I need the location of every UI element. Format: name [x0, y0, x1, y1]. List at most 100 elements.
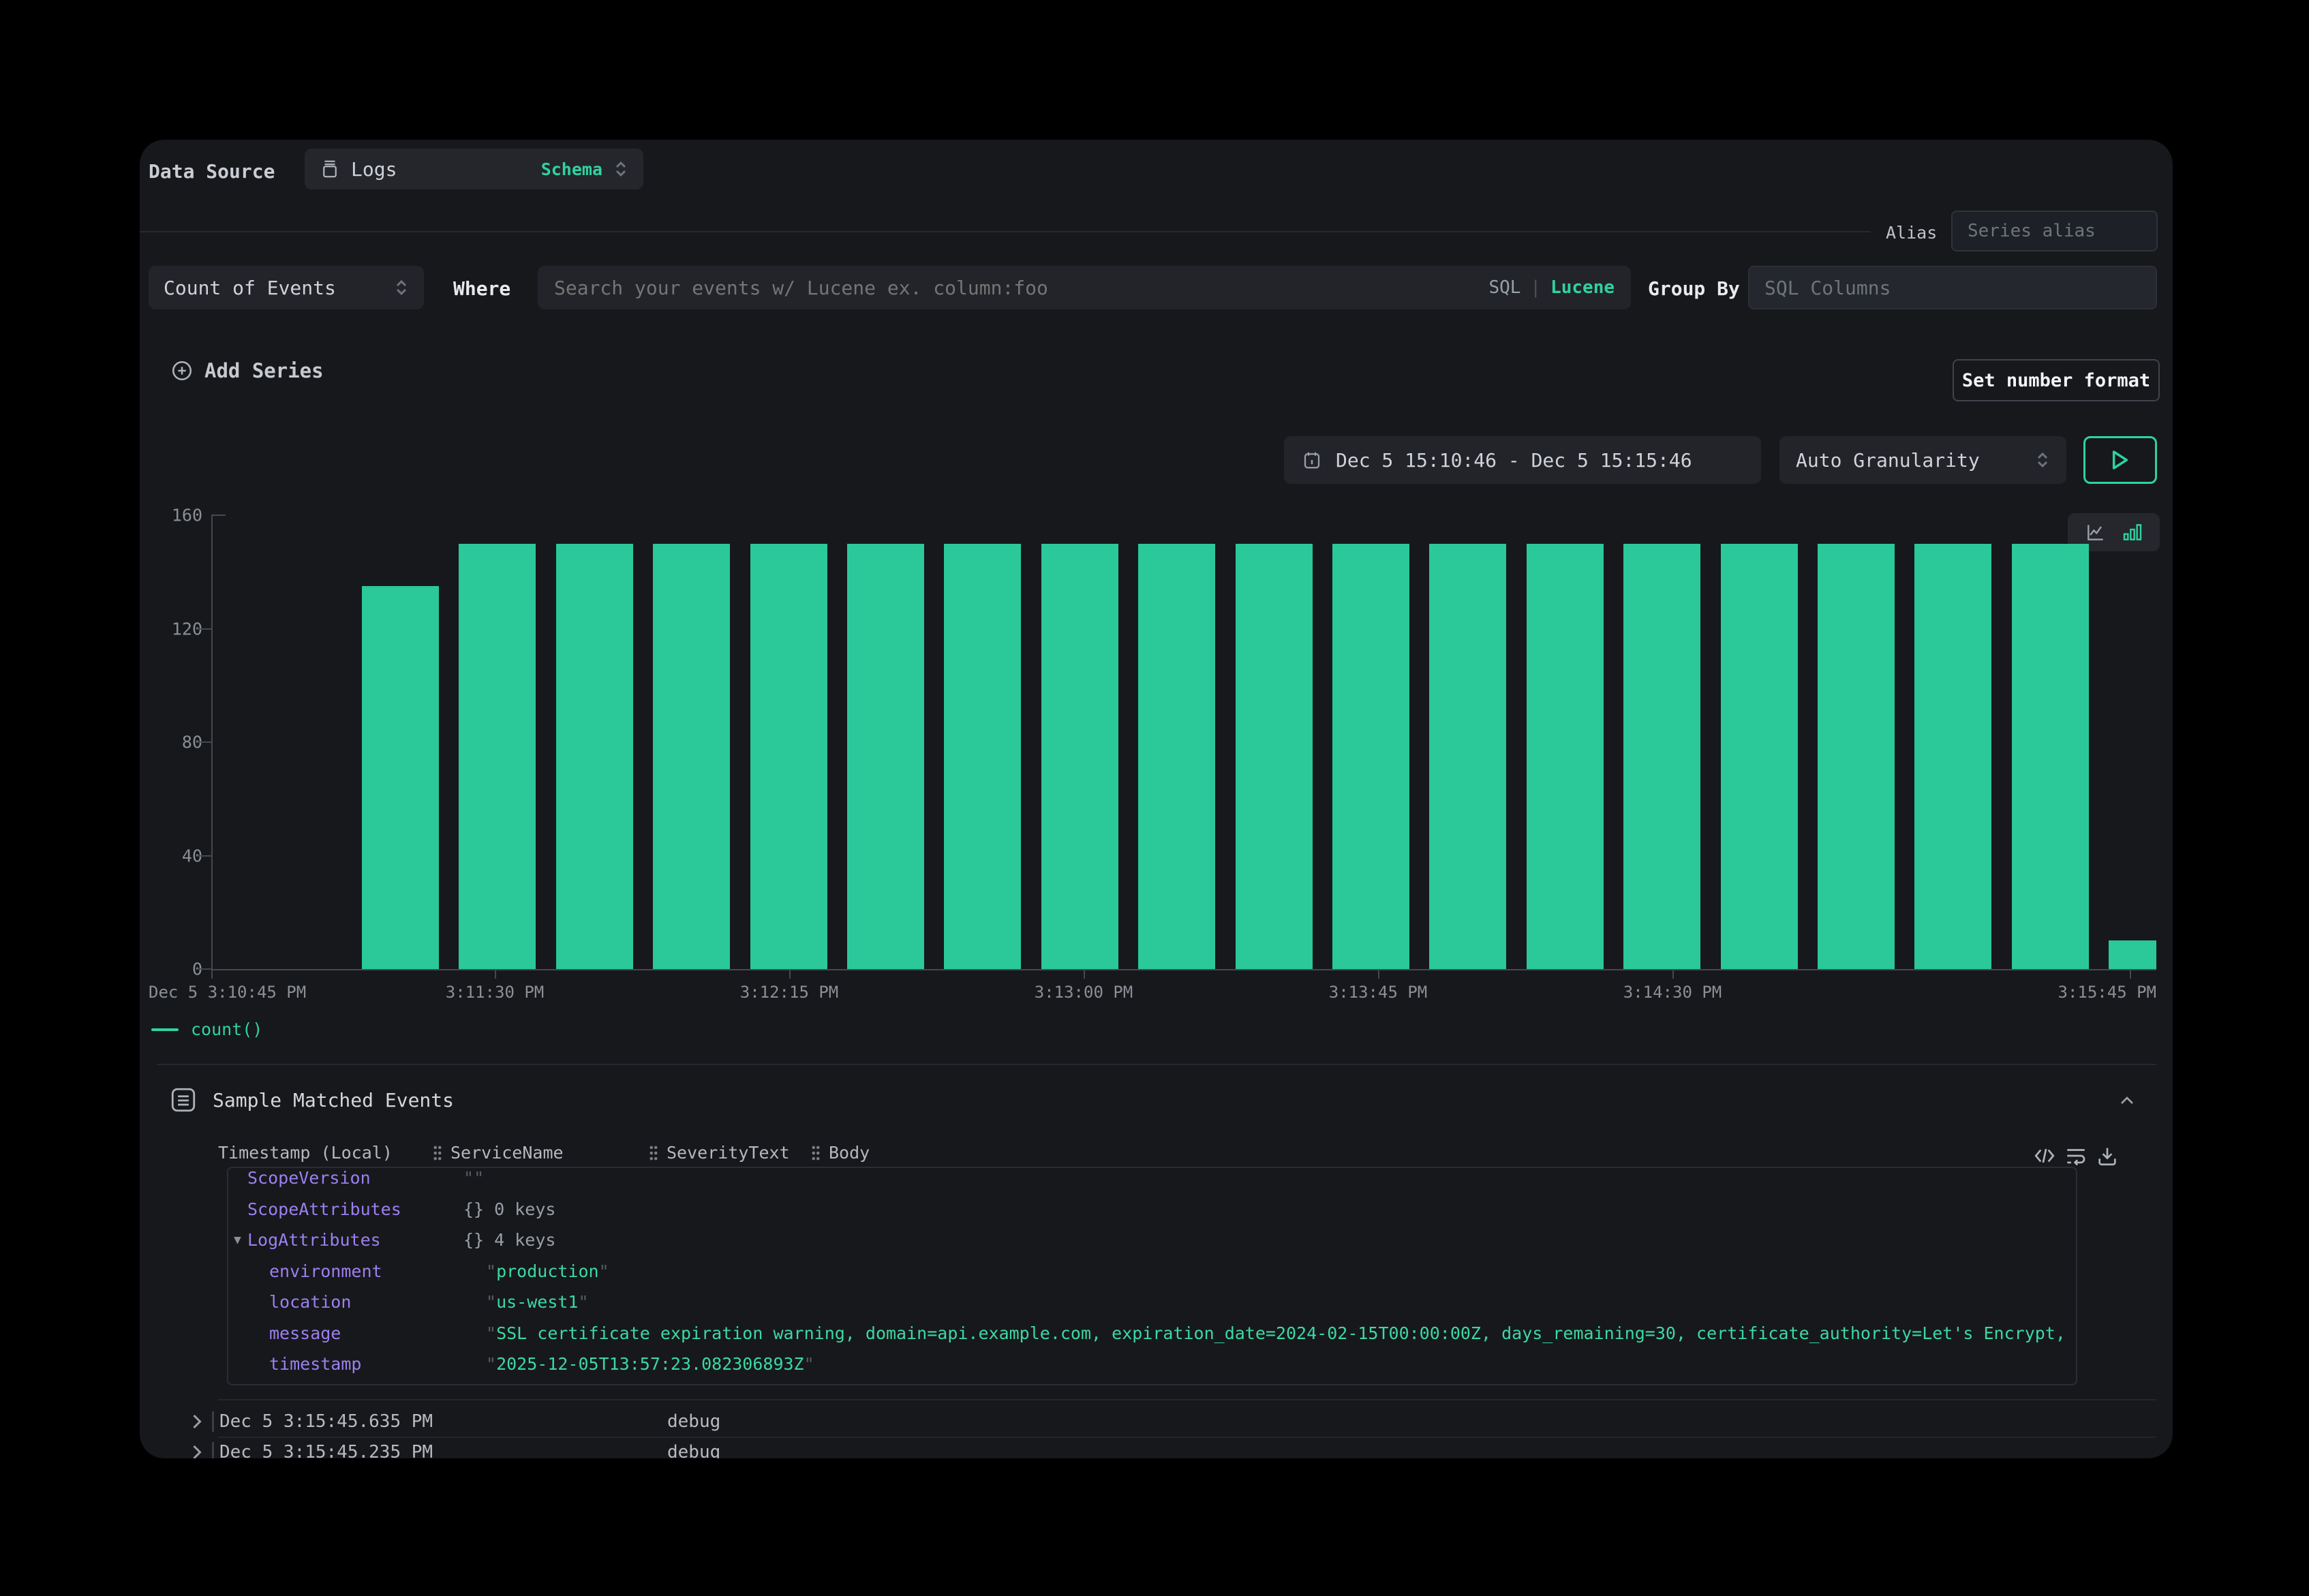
chart-bar — [1623, 544, 1700, 969]
column-header-servicename[interactable]: ServiceName — [431, 1143, 564, 1163]
events-section-header: Sample Matched Events — [169, 1086, 454, 1114]
chart-legend[interactable]: count() — [151, 1019, 262, 1039]
grip-icon[interactable] — [810, 1144, 822, 1162]
column-header-timestamp-local-[interactable]: Timestamp (Local) — [218, 1143, 393, 1163]
log-attribute-value: "SSL certificate expiration warning, dom… — [486, 1318, 2077, 1349]
chart-bar — [2012, 544, 2089, 969]
events-section-title: Sample Matched Events — [213, 1089, 454, 1111]
log-detail-row[interactable]: environment "production" — [228, 1256, 2076, 1287]
column-header-severitytext[interactable]: SeverityText — [647, 1143, 790, 1163]
y-tick-label: 160 — [148, 506, 202, 525]
log-detail-row[interactable]: message "SSL certificate expiration warni… — [228, 1318, 2076, 1349]
chart-bar — [847, 544, 924, 969]
chart-bar — [1429, 544, 1506, 969]
log-detail-panel[interactable]: ScopeVersion""ScopeAttributes{} 0 keys▼L… — [227, 1167, 2077, 1385]
event-row[interactable]: Dec 5 3:15:45.235 PM debug — [140, 1437, 2173, 1458]
legend-swatch — [151, 1028, 179, 1031]
row-separator — [212, 1442, 214, 1458]
x-tick-mark — [1378, 969, 1379, 979]
log-attribute-meta: {} 0 keys — [463, 1194, 555, 1225]
log-attribute-key: ScopeVersion — [247, 1167, 371, 1194]
x-tick-label: 3:12:15 PM — [740, 983, 839, 1002]
x-axis-line — [211, 969, 2156, 970]
y-axis: 0 40 80 120 160 — [140, 140, 211, 1458]
y-tick-mark — [197, 741, 211, 743]
code-view-icon[interactable] — [2033, 1144, 2056, 1167]
chart-bar — [1041, 544, 1118, 969]
column-header-label: Timestamp (Local) — [218, 1143, 393, 1163]
events-table-header: Timestamp (Local) ServiceName SeverityText… — [140, 1143, 2173, 1170]
x-tick-mark — [211, 969, 213, 979]
chart-bar — [556, 544, 633, 969]
column-header-label: SeverityText — [667, 1143, 790, 1163]
query-editor-panel: Data Source Logs Schema Alias Count of E… — [140, 140, 2173, 1458]
log-detail-row[interactable]: ▼LogAttributes{} 4 keys — [228, 1225, 2076, 1256]
column-header-label: ServiceName — [450, 1143, 564, 1163]
log-attribute-key: ScopeAttributes — [247, 1194, 401, 1225]
download-icon[interactable] — [2096, 1144, 2119, 1167]
x-tick-label: 3:14:30 PM — [1623, 983, 1722, 1002]
log-detail-rows: ScopeVersion""ScopeAttributes{} 0 keys▼L… — [228, 1168, 2076, 1384]
section-divider — [157, 1064, 2156, 1065]
collapse-section-icon[interactable] — [2116, 1090, 2138, 1111]
log-attribute-value: "2025-12-05T13:57:23.082306893Z" — [486, 1349, 814, 1380]
chart-bars — [211, 515, 2156, 969]
x-tick-label: 3:13:45 PM — [1329, 983, 1428, 1002]
x-tick-label: 3:15:45 PM — [2058, 983, 2157, 1002]
chart-bar — [1138, 544, 1215, 969]
list-icon — [169, 1086, 198, 1114]
x-tick-mark — [789, 969, 791, 979]
event-timestamp: Dec 5 3:15:45.235 PM — [219, 1442, 433, 1458]
grip-icon[interactable] — [647, 1144, 660, 1162]
y-tick-label: 80 — [148, 733, 202, 752]
x-tick-mark — [1672, 969, 1674, 979]
x-tick-label: 3:13:00 PM — [1035, 983, 1133, 1002]
log-attribute-key: LogAttributes — [247, 1225, 381, 1256]
chevron-right-icon[interactable] — [188, 1442, 206, 1458]
column-header-label: Body — [829, 1143, 870, 1163]
log-attribute-key: environment — [269, 1256, 382, 1287]
x-tick-mark — [2130, 969, 2131, 979]
column-header-body[interactable]: Body — [810, 1143, 870, 1163]
y-tick-label: 40 — [148, 846, 202, 866]
chevron-right-icon[interactable] — [188, 1411, 206, 1432]
y-tick-label: 120 — [148, 619, 202, 639]
event-row[interactable]: Dec 5 3:15:45.635 PM debug — [140, 1406, 2173, 1437]
log-attribute-key: timestamp — [269, 1349, 361, 1380]
row-separator — [212, 1411, 214, 1432]
chart-bar — [1818, 544, 1895, 969]
x-tick-mark — [1084, 969, 1085, 979]
expand-triangle-icon[interactable]: ▼ — [234, 1225, 241, 1256]
chart-bar — [459, 544, 536, 969]
y-tick-mark — [197, 628, 211, 630]
chart-bar — [1527, 544, 1604, 969]
y-tick-mark — [197, 855, 211, 857]
grip-icon[interactable] — [431, 1144, 444, 1162]
log-detail-row[interactable]: location "us-west1" — [228, 1287, 2076, 1318]
log-attribute-key: location — [269, 1287, 351, 1318]
wrap-text-icon[interactable] — [2064, 1144, 2088, 1167]
chart-bar — [1914, 544, 1991, 969]
chart-bar — [653, 544, 730, 969]
log-detail-row[interactable]: timestamp "2025-12-05T13:57:23.082306893Z… — [228, 1349, 2076, 1380]
chart-bar — [750, 544, 827, 969]
chart-bar — [1721, 544, 1798, 969]
chart-bar — [1332, 544, 1409, 969]
x-tick-label: 3:11:30 PM — [446, 983, 545, 1002]
event-severity: debug — [667, 1411, 720, 1432]
log-attribute-key: message — [269, 1318, 341, 1349]
log-detail-row[interactable]: ScopeAttributes {} 0 keys — [228, 1194, 2076, 1225]
log-detail-row[interactable]: ScopeVersion"" — [228, 1167, 2076, 1194]
row-divider — [218, 1399, 2156, 1400]
chart-bar — [362, 586, 439, 969]
event-severity: debug — [667, 1442, 720, 1458]
event-timestamp: Dec 5 3:15:45.635 PM — [219, 1411, 433, 1432]
y-tick-mark — [197, 968, 211, 970]
log-attribute-value: "us-west1" — [486, 1287, 589, 1318]
x-tick-mark — [495, 969, 496, 979]
log-attribute-value: "production" — [486, 1256, 609, 1287]
legend-series-label: count() — [191, 1019, 262, 1039]
y-tick-label: 0 — [148, 960, 202, 979]
chart-bar — [944, 544, 1021, 969]
chart-bar — [1236, 544, 1313, 969]
